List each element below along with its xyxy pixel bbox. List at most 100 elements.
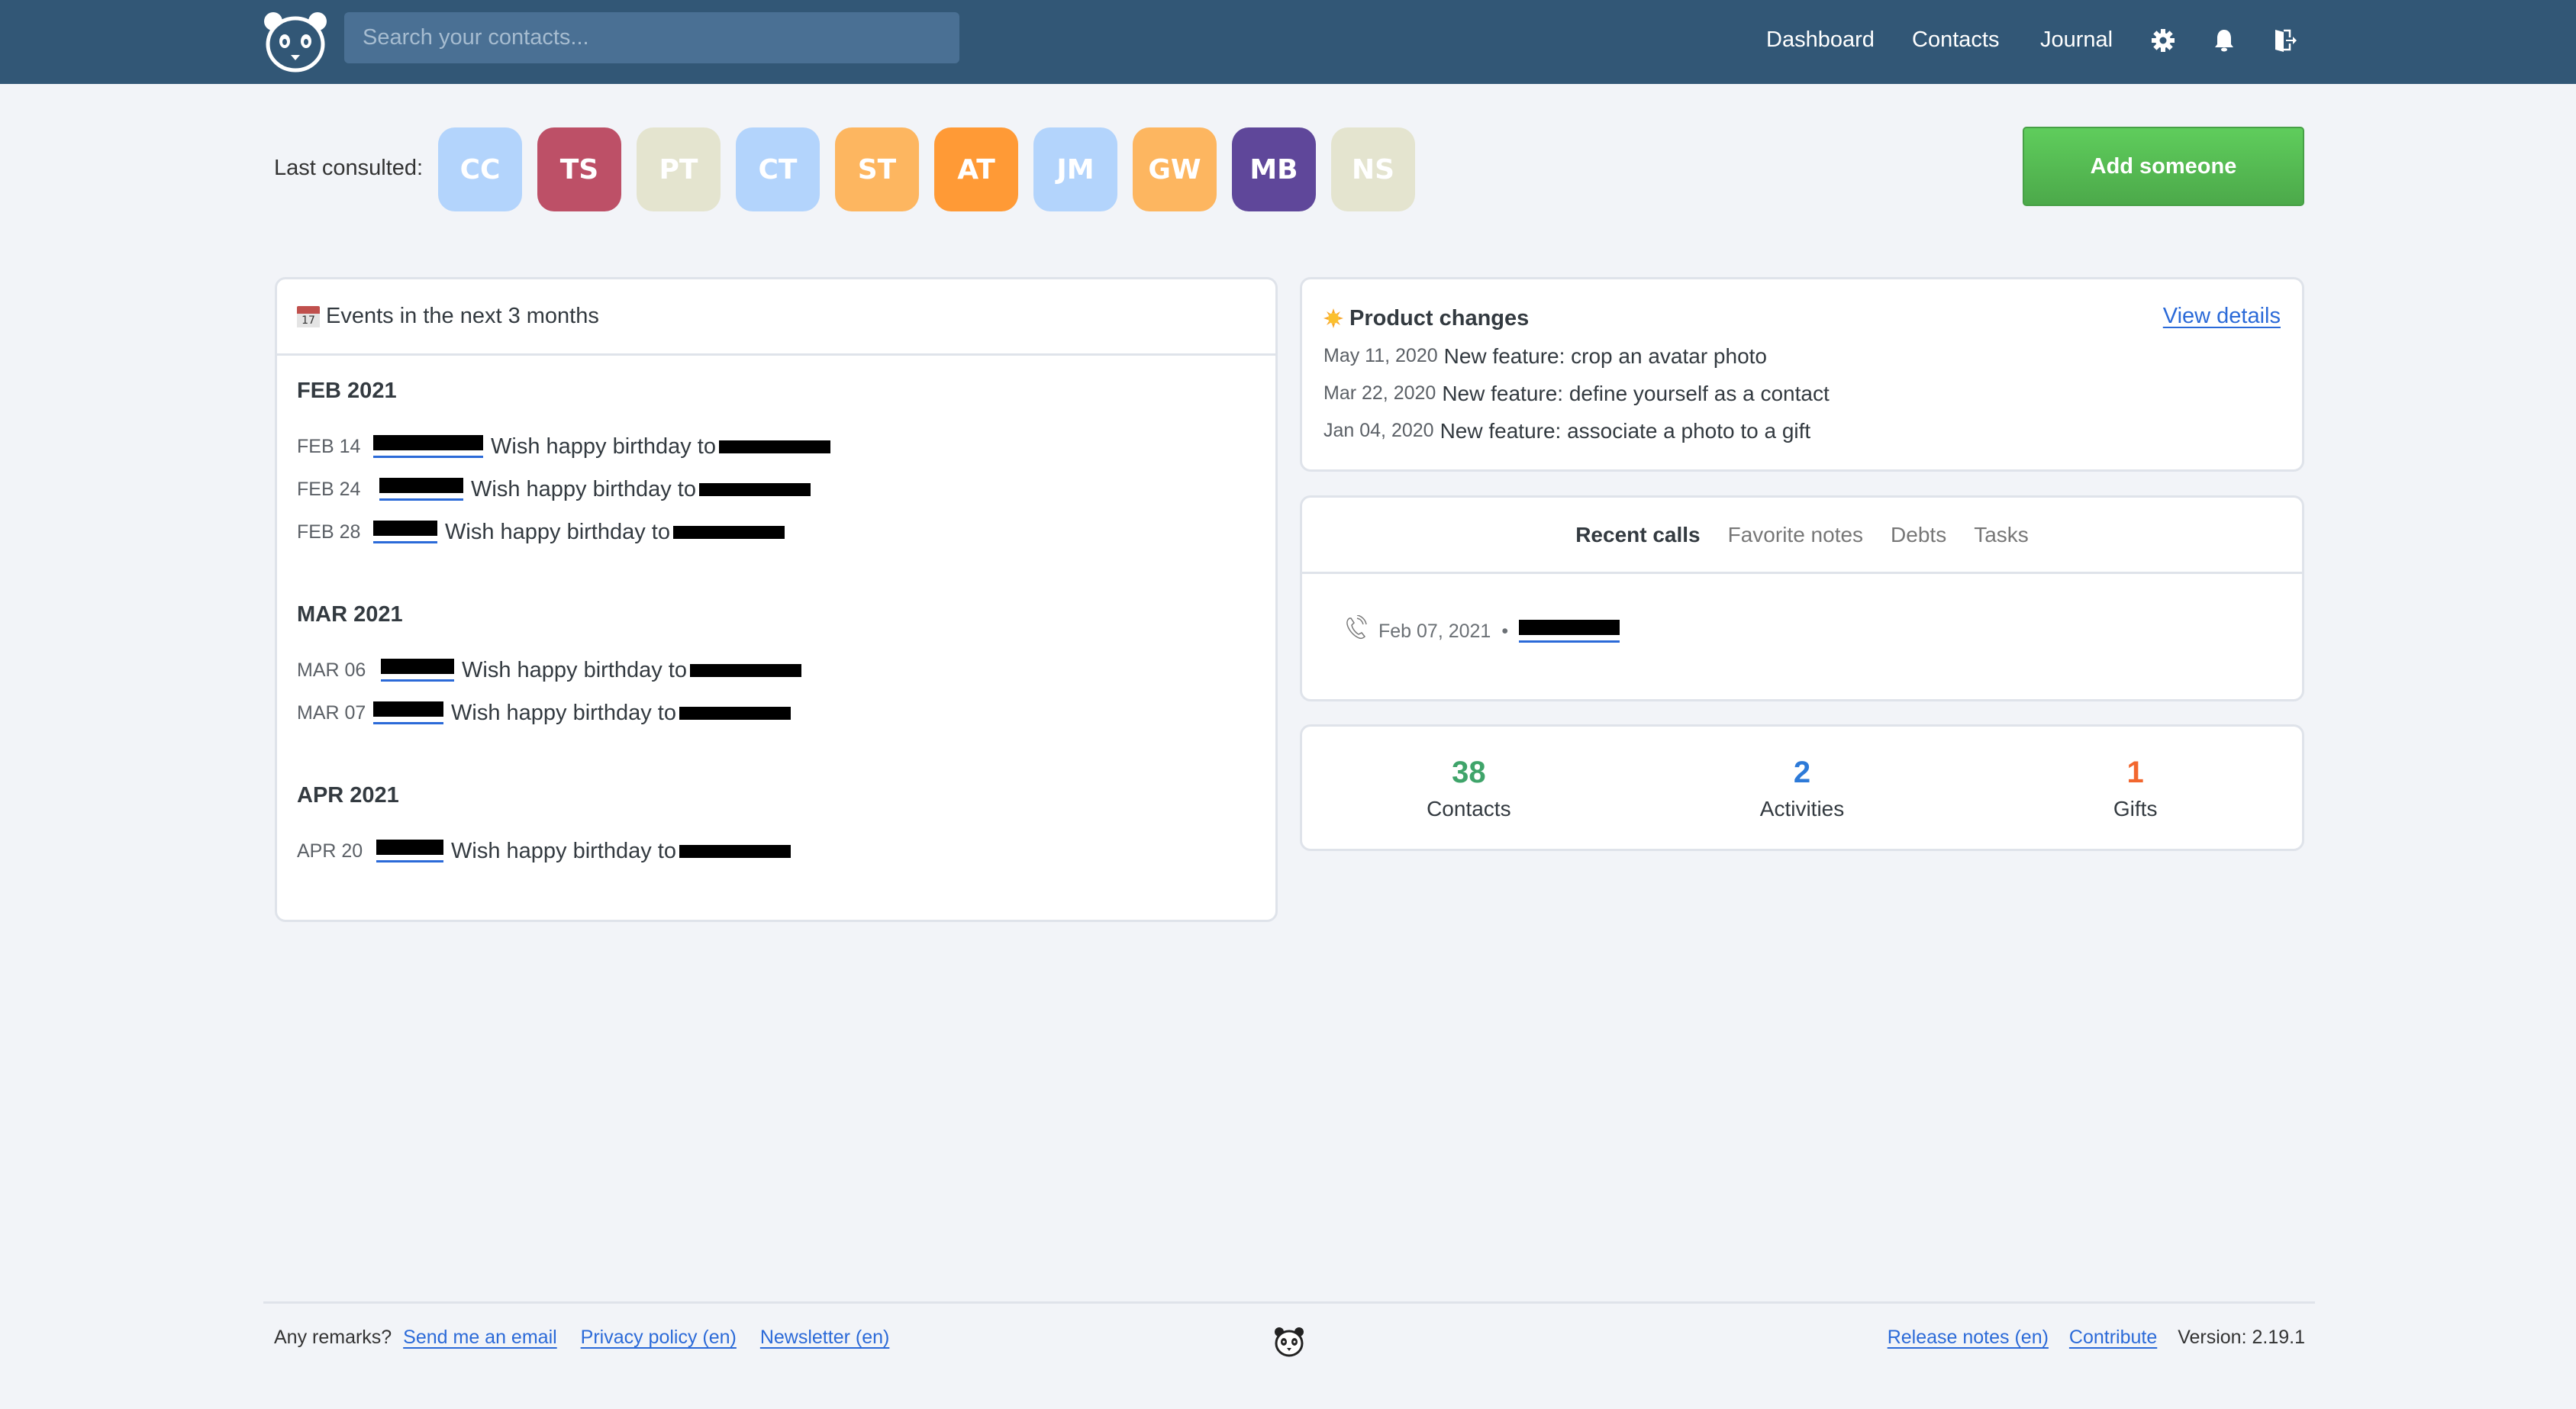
redacted-contact-link[interactable] (379, 478, 463, 501)
sun-icon (1323, 308, 1343, 328)
top-navbar: Dashboard Contacts Journal (0, 0, 2576, 84)
event-text: Wish happy birthday to (471, 476, 696, 501)
avatar-initials: JM (1056, 153, 1095, 185)
event-date: APR 20 (297, 840, 363, 862)
tab-favorite-notes[interactable]: Favorite notes (1728, 523, 1863, 547)
stat-label: Gifts (2113, 797, 2158, 821)
month-group: APR 2021 APR 20 Wish happy birthday to (297, 783, 1275, 872)
event-date: MAR 07 (297, 701, 366, 724)
redacted-contact-name (679, 706, 791, 720)
footer-right: Release notes (en) Contribute Version: 2… (1888, 1327, 2305, 1349)
redacted-contact-name (679, 844, 791, 858)
change-text: New feature: associate a photo to a gift (1440, 418, 1811, 443)
avatar-initials: NS (1351, 153, 1395, 185)
redacted-contact-link[interactable] (373, 521, 437, 543)
send-email-link[interactable]: Send me an email (403, 1327, 557, 1348)
footer-divider (263, 1301, 2315, 1304)
product-change-item: May 11, 2020 New feature: crop an avatar… (1323, 337, 2281, 375)
redacted-contact-name (718, 440, 830, 453)
calendar-icon: 17 (297, 305, 320, 327)
avatar-initials: CC (459, 153, 501, 185)
month-heading: APR 2021 (297, 783, 399, 808)
event-date: MAR 06 (297, 659, 366, 681)
avatar-initials: PT (659, 153, 698, 185)
event-text: Wish happy birthday to (451, 700, 676, 725)
contact-avatar[interactable]: CC (438, 127, 522, 211)
avatar-initials: GW (1148, 153, 1201, 185)
avatar-initials: AT (957, 153, 995, 185)
redacted-contact-link[interactable] (376, 840, 443, 862)
nav-journal[interactable]: Journal (2040, 27, 2113, 53)
settings-gear-icon[interactable] (2151, 28, 2175, 53)
change-date: May 11, 2020 (1323, 345, 1438, 366)
call-item: Feb 07, 2021 • (1302, 574, 2302, 688)
redacted-contact-link[interactable] (1519, 620, 1620, 643)
avatar-initials: MB (1249, 153, 1298, 185)
contact-avatar[interactable]: ST (835, 127, 919, 211)
notifications-bell-icon[interactable] (2212, 28, 2236, 53)
last-consulted-avatars: CC TS PT CT ST AT JM GW MB NS (438, 127, 1415, 211)
event-date: FEB 28 (297, 521, 361, 543)
stat-contacts[interactable]: 38 Contacts (1302, 727, 1636, 849)
event-row: MAR 06 Wish happy birthday to (297, 649, 1275, 692)
events-title: Events in the next 3 months (326, 304, 599, 328)
change-text: New feature: crop an avatar photo (1443, 343, 1768, 368)
tab-recent-calls[interactable]: Recent calls (1575, 523, 1700, 547)
redacted-contact-link[interactable] (373, 701, 443, 724)
avatar-initials: TS (559, 153, 599, 185)
stat-label: Activities (1759, 797, 1845, 821)
events-card-header: 17 Events in the next 3 months (277, 279, 1275, 356)
month-group: MAR 2021 MAR 06 Wish happy birthday to M… (297, 602, 1275, 734)
version-text: Version: 2.19.1 (2178, 1327, 2305, 1348)
event-text: Wish happy birthday to (491, 434, 716, 459)
redacted-contact-link[interactable] (373, 435, 483, 458)
view-details-link[interactable]: View details (2163, 304, 2281, 329)
contact-avatar[interactable]: AT (934, 127, 1018, 211)
privacy-policy-link[interactable]: Privacy policy (en) (581, 1327, 737, 1348)
stat-value: 38 (1452, 756, 1486, 789)
redacted-contact-name (698, 482, 811, 496)
newsletter-link[interactable]: Newsletter (en) (760, 1327, 890, 1348)
stat-gifts[interactable]: 1 Gifts (1968, 727, 2302, 849)
contact-avatar[interactable]: GW (1133, 127, 1217, 211)
stat-activities[interactable]: 2 Activities (1636, 727, 1969, 849)
change-date: Mar 22, 2020 (1323, 382, 1436, 404)
tab-tasks[interactable]: Tasks (1974, 523, 2029, 547)
tab-debts[interactable]: Debts (1891, 523, 1946, 547)
redacted-contact-link[interactable] (381, 659, 454, 682)
logout-door-icon[interactable] (2273, 28, 2297, 53)
contact-avatar[interactable]: TS (537, 127, 621, 211)
search-contacts-input[interactable] (344, 12, 959, 63)
contact-avatar[interactable]: MB (1232, 127, 1316, 211)
event-text: Wish happy birthday to (445, 519, 670, 544)
activity-tabs-card: Recent calls Favorite notes Debts Tasks … (1300, 495, 2304, 701)
contribute-link[interactable]: Contribute (2069, 1327, 2157, 1348)
stat-label: Contacts (1427, 797, 1511, 821)
contact-avatar[interactable]: CT (736, 127, 820, 211)
product-change-item: Mar 22, 2020 New feature: define yoursel… (1323, 375, 2281, 412)
product-change-item: Jan 04, 2020 New feature: associate a ph… (1323, 412, 2281, 450)
redacted-contact-name (689, 663, 801, 677)
monica-panda-logo-icon[interactable] (261, 9, 330, 73)
release-notes-link[interactable]: Release notes (en) (1888, 1327, 2049, 1348)
event-text: Wish happy birthday to (451, 838, 676, 863)
event-row: FEB 14 Wish happy birthday to (297, 425, 1275, 468)
upcoming-events-card: 17 Events in the next 3 months FEB 2021 … (275, 277, 1278, 922)
product-changes-header: Product changes (1323, 299, 2281, 337)
contact-avatar[interactable]: PT (637, 127, 721, 211)
last-consulted-label: Last consulted: (274, 156, 424, 180)
contact-avatar[interactable]: JM (1033, 127, 1117, 211)
stat-value: 1 (2126, 756, 2144, 789)
redacted-contact-name (672, 525, 785, 539)
product-changes-card: Product changes View details May 11, 202… (1300, 277, 2304, 472)
event-text: Wish happy birthday to (462, 657, 687, 682)
nav-contacts[interactable]: Contacts (1912, 27, 1999, 53)
contact-avatar[interactable]: NS (1331, 127, 1415, 211)
nav-dashboard[interactable]: Dashboard (1766, 27, 1875, 53)
bullet-separator: • (1501, 620, 1509, 642)
event-row: APR 20 Wish happy birthday to (297, 830, 1275, 872)
footer-panda-icon (1275, 1327, 1304, 1357)
add-someone-button[interactable]: Add someone (2023, 127, 2304, 206)
activity-tabs: Recent calls Favorite notes Debts Tasks (1302, 498, 2302, 574)
event-row: FEB 24 Wish happy birthday to (297, 468, 1275, 511)
